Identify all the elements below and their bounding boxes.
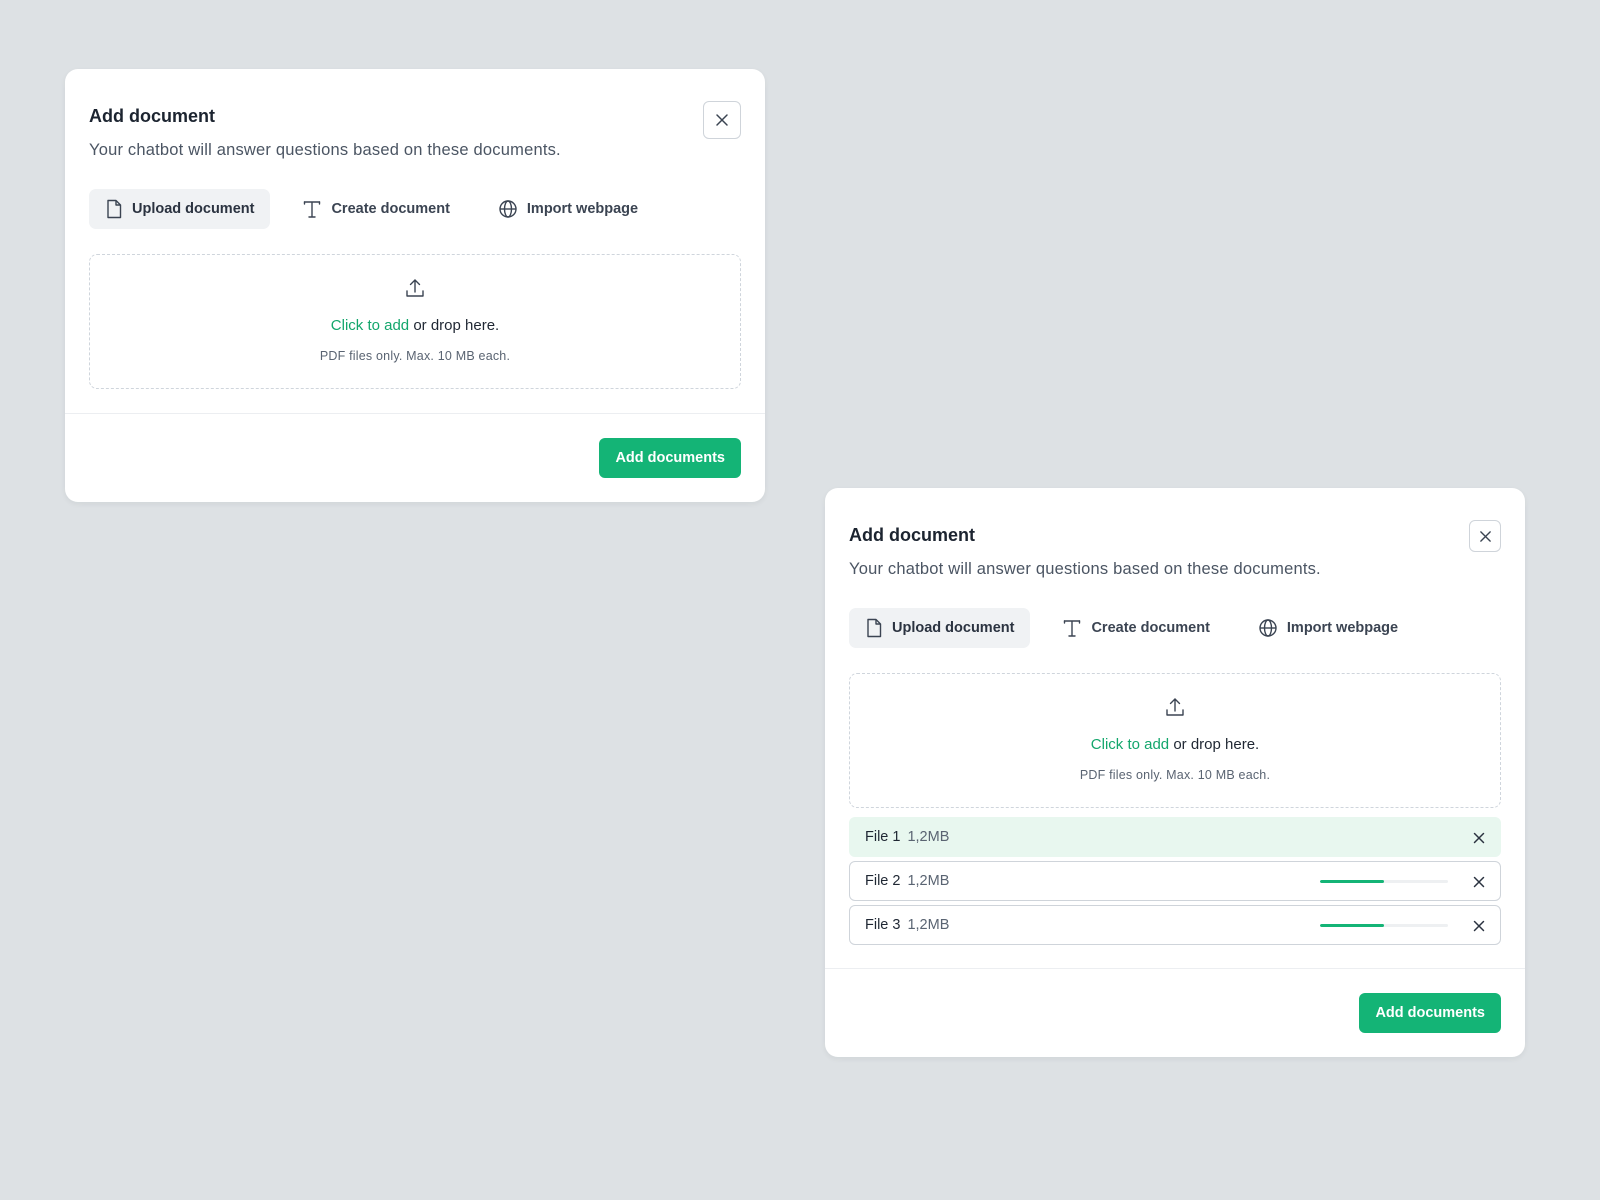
canvas-background: Add document Your chatbot will answer qu… — [0, 0, 1600, 1200]
file-size: 1,2MB — [907, 829, 950, 845]
file-row: File 1 1,2MB — [849, 817, 1501, 857]
globe-icon — [1259, 619, 1277, 637]
remove-file-button[interactable] — [1470, 829, 1488, 847]
tab-upload-document[interactable]: Upload document — [849, 608, 1031, 648]
dropzone-prompt: Click to add or drop here. — [850, 736, 1500, 753]
footer-divider — [825, 968, 1525, 969]
file-name: File 3 — [865, 917, 901, 933]
text-icon — [304, 201, 321, 218]
close-icon — [1473, 832, 1485, 844]
file-dropzone[interactable]: Click to add or drop here. PDF files onl… — [89, 254, 741, 389]
dialog-title: Add document — [849, 525, 975, 545]
click-to-add-link[interactable]: Click to add — [1091, 736, 1169, 753]
text-icon — [1064, 620, 1081, 637]
file-size: 1,2MB — [907, 873, 950, 889]
dialog-description: Your chatbot will answer questions based… — [849, 560, 1321, 578]
add-documents-button[interactable]: Add documents — [1359, 993, 1501, 1033]
file-icon — [107, 199, 122, 219]
upload-progress-bar — [1320, 924, 1448, 927]
footer-divider — [65, 413, 765, 414]
file-icon — [867, 618, 882, 638]
source-tabs: Upload document Create document Import w… — [89, 189, 670, 229]
add-document-dialog: Add document Your chatbot will answer qu… — [825, 488, 1525, 1057]
source-tabs: Upload document Create document Import w… — [849, 608, 1430, 648]
uploaded-file-list: File 1 1,2MB File 2 1,2MB File 3 1,2MB — [849, 817, 1501, 949]
tab-label: Import webpage — [1286, 620, 1399, 636]
file-name: File 1 — [865, 829, 901, 845]
tab-label: Upload document — [892, 620, 1015, 636]
close-icon — [716, 114, 728, 126]
dropzone-hint: PDF files only. Max. 10 MB each. — [1079, 768, 1271, 782]
dialog-description: Your chatbot will answer questions based… — [89, 141, 561, 159]
file-dropzone[interactable]: Click to add or drop here. PDF files onl… — [849, 673, 1501, 808]
tab-label: Create document — [331, 201, 450, 217]
globe-icon — [499, 200, 517, 218]
tab-upload-document[interactable]: Upload document — [89, 189, 271, 229]
close-button[interactable] — [703, 101, 741, 139]
close-icon — [1479, 530, 1491, 542]
tab-create-document[interactable]: Create document — [286, 189, 465, 229]
dropzone-text: or drop here. — [409, 317, 500, 334]
upload-progress-fill — [1320, 880, 1384, 883]
file-name: File 2 — [865, 873, 901, 889]
file-row: File 3 1,2MB — [849, 905, 1501, 945]
dropzone-prompt: Click to add or drop here. — [90, 317, 740, 334]
close-icon — [1473, 876, 1485, 888]
remove-file-button[interactable] — [1470, 917, 1488, 935]
dropzone-text: or drop here. — [1169, 736, 1260, 753]
upload-icon — [1166, 698, 1184, 716]
add-document-dialog: Add document Your chatbot will answer qu… — [65, 69, 765, 502]
tab-import-webpage[interactable]: Import webpage — [1242, 608, 1414, 648]
upload-progress-fill — [1320, 924, 1384, 927]
close-icon — [1473, 920, 1485, 932]
click-to-add-link[interactable]: Click to add — [331, 317, 409, 334]
tab-label: Create document — [1091, 620, 1210, 636]
dropzone-hint: PDF files only. Max. 10 MB each. — [319, 349, 511, 363]
tab-label: Upload document — [132, 201, 255, 217]
upload-progress-bar — [1320, 880, 1448, 883]
tab-import-webpage[interactable]: Import webpage — [482, 189, 654, 229]
tab-create-document[interactable]: Create document — [1046, 608, 1225, 648]
close-button[interactable] — [1469, 520, 1501, 552]
remove-file-button[interactable] — [1470, 873, 1488, 891]
add-documents-button[interactable]: Add documents — [599, 438, 741, 478]
file-size: 1,2MB — [907, 917, 950, 933]
file-row: File 2 1,2MB — [849, 861, 1501, 901]
tab-label: Import webpage — [526, 201, 639, 217]
dialog-title: Add document — [89, 106, 215, 126]
upload-icon — [406, 279, 424, 297]
